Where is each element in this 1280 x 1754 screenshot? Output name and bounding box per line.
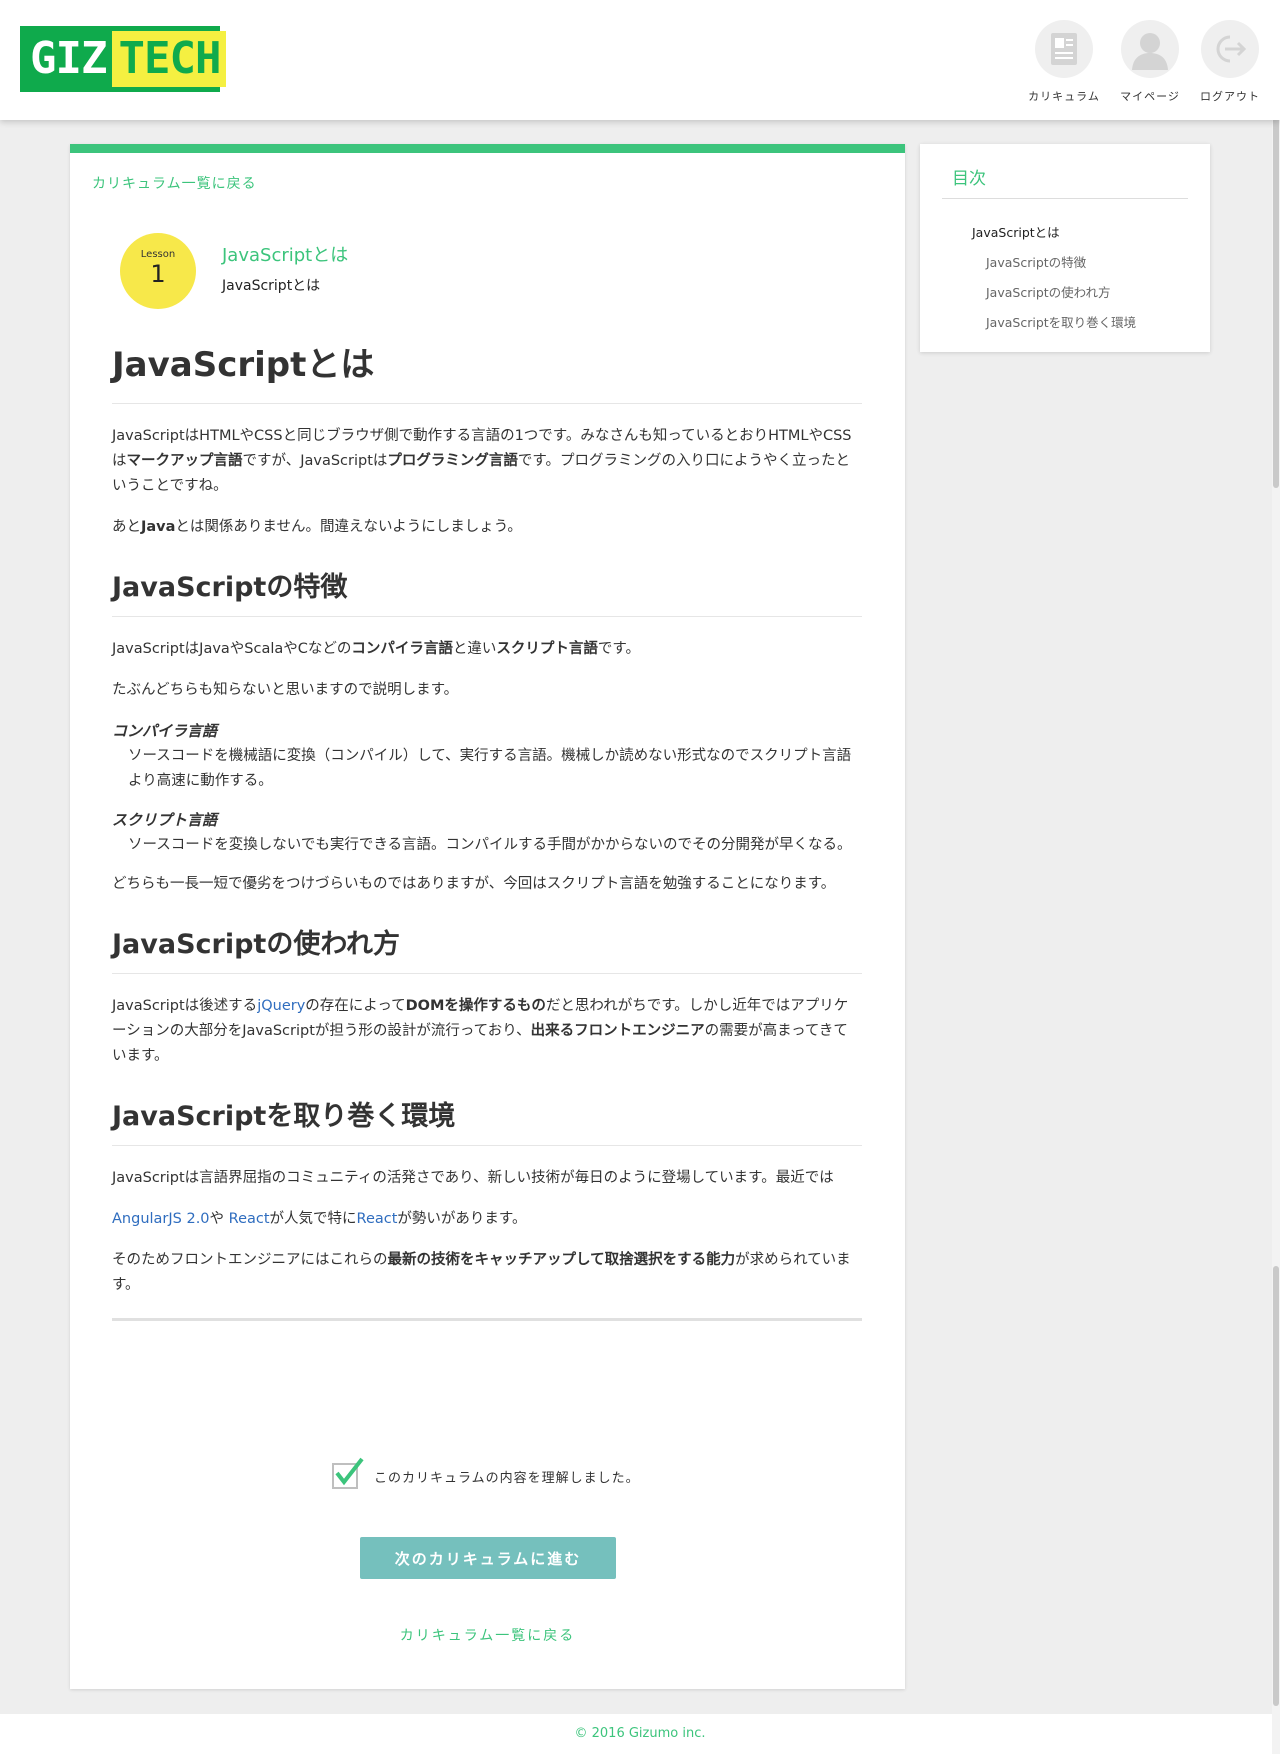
paragraph: JavaScriptはHTMLやCSSと同じブラウザ側で動作する言語の1つです。… [112, 428, 852, 494]
definition-description: ソースコードを変換しないでも実行できる言語。コンパイルする手間がかからないのでそ… [128, 837, 852, 853]
nav-curriculum[interactable]: カリキュラム [1024, 20, 1104, 104]
lesson-subtitle: JavaScriptとは [222, 278, 321, 294]
toc-item[interactable]: JavaScriptとは [920, 218, 1136, 248]
jquery-link[interactable]: jQuery [257, 998, 305, 1014]
back-to-curriculum-link-bottom[interactable]: カリキュラム一覧に戻る [70, 1625, 905, 1645]
react-link[interactable]: React [357, 1211, 398, 1227]
footer: © 2016 Gizumo inc. [0, 1714, 1280, 1754]
copyright-text: © 2016 Gizumo inc. [574, 1726, 706, 1741]
nav-logout-label: ログアウト [1200, 90, 1260, 103]
user-icon [1121, 20, 1179, 78]
logo-tech-text: TECH [112, 31, 227, 87]
next-curriculum-button[interactable]: 次のカリキュラムに進む [360, 1537, 616, 1579]
lesson-number: 1 [150, 260, 166, 288]
paragraph: JavaScriptは後述するjQueryの存在によってDOMを操作するものだと… [112, 998, 849, 1064]
paragraph: どちらも一長一短で優劣をつけづらいものではありますが、今回はスクリプト言語を勉強… [112, 876, 836, 892]
nav-mypage[interactable]: マイページ [1110, 20, 1190, 104]
site-header: GIZ TECH カリキュラム マイページ ログアウト [0, 0, 1280, 120]
gizmo-tech-logo[interactable]: GIZ TECH [20, 26, 227, 92]
toc-list: JavaScriptとは JavaScriptの特徴 JavaScriptの使わ… [920, 218, 1136, 338]
toc-divider [942, 198, 1188, 199]
heading-intro: JavaScriptとは [112, 339, 862, 404]
angularjs-link[interactable]: AngularJS 2.0 [112, 1211, 210, 1227]
understood-checkbox-row[interactable]: このカリキュラムの内容を理解しました。 [332, 1457, 640, 1489]
scrollbar-thumb[interactable] [1273, 1266, 1279, 1706]
content-divider [112, 1318, 862, 1321]
toc-title: 目次 [952, 169, 986, 189]
table-of-contents: 目次 JavaScriptとは JavaScriptの特徴 JavaScript… [920, 144, 1210, 352]
nav-curriculum-label: カリキュラム [1028, 90, 1100, 103]
paragraph: JavaScriptは言語界屈指のコミュニティの活発さであり、新しい技術が毎日の… [112, 1170, 834, 1186]
paragraph: あとJavaとは関係ありません。間違えないようにしましょう。 [112, 519, 522, 535]
toc-item[interactable]: JavaScriptの使われ方 [920, 278, 1136, 308]
definition-description: ソースコードを機械語に変換（コンパイル）して、実行する言語。機械しか読めない形式… [128, 748, 852, 789]
understood-label: このカリキュラムの内容を理解しました。 [374, 1470, 640, 1486]
toc-item[interactable]: JavaScriptの特徴 [920, 248, 1136, 278]
react-link[interactable]: React [229, 1211, 270, 1227]
lesson-word: Lesson [140, 249, 176, 260]
nav-mypage-label: マイページ [1120, 90, 1180, 103]
lesson-card: カリキュラム一覧に戻る Lesson 1 JavaScriptとは JavaSc… [70, 144, 905, 1689]
checkmark-icon [335, 1457, 364, 1486]
paragraph: JavaScriptはJavaやScalaやCなどのコンパイラ言語と違いスクリプ… [112, 641, 640, 657]
lesson-badge: Lesson 1 [120, 233, 196, 309]
paragraph: AngularJS 2.0や Reactが人気で特にReactが勢いがあります。 [112, 1211, 527, 1227]
lesson-title: JavaScriptとは [222, 245, 349, 266]
lesson-content: JavaScriptとは JavaScriptはHTMLやCSSと同じブラウザ側… [112, 339, 862, 1321]
nav-logout[interactable]: ログアウト [1190, 20, 1270, 104]
curriculum-icon [1035, 20, 1093, 78]
understood-checkbox[interactable] [332, 1457, 364, 1489]
logo-giz-text: GIZ [30, 33, 107, 84]
definition-term: スクリプト言語 [112, 811, 218, 829]
heading-features: JavaScriptの特徴 [112, 568, 862, 617]
definition-term: コンパイラ言語 [112, 722, 218, 740]
heading-environment: JavaScriptを取り巻く環境 [112, 1097, 862, 1146]
logout-icon [1201, 20, 1259, 78]
back-to-curriculum-link[interactable]: カリキュラム一覧に戻る [92, 173, 257, 193]
paragraph: そのためフロントエンジニアにはこれらの最新の技術をキャッチアップして取捨選択をす… [112, 1252, 851, 1293]
heading-usage: JavaScriptの使われ方 [112, 925, 862, 974]
definition-list: コンパイラ言語 ソースコードを機械語に変換（コンパイル）して、実行する言語。機械… [112, 719, 862, 858]
toc-item[interactable]: JavaScriptを取り巻く環境 [920, 308, 1136, 338]
paragraph: たぶんどちらも知らないと思いますので説明します。 [112, 682, 459, 698]
